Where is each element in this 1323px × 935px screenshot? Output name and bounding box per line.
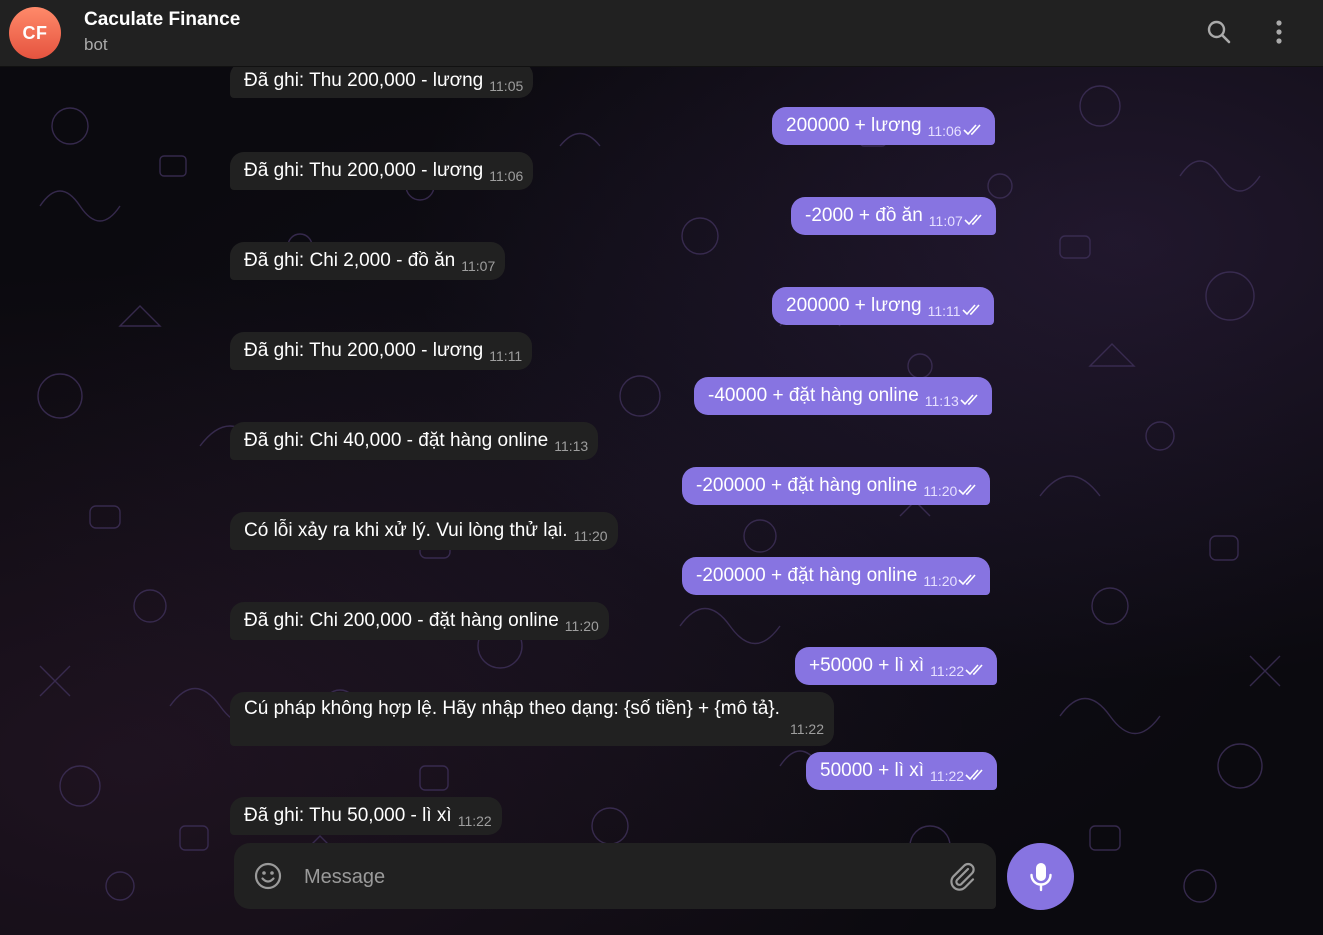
- message-text: -40000 + đặt hàng online: [708, 385, 919, 406]
- more-vertical-icon[interactable]: [1264, 17, 1294, 47]
- read-check-icon: [961, 304, 980, 316]
- chat-title[interactable]: Caculate Finance: [84, 9, 240, 31]
- message-time: 11:07: [928, 213, 963, 229]
- message-incoming[interactable]: Cú pháp không hợp lệ. Hãy nhập theo dạng…: [230, 692, 834, 746]
- microphone-button[interactable]: [1007, 843, 1074, 910]
- message-text: Đã ghi: Chi 2,000 - đồ ăn: [244, 250, 456, 271]
- message-time: 11:13: [924, 393, 959, 409]
- paperclip-icon[interactable]: [946, 860, 978, 892]
- message-time: 11:22: [930, 768, 965, 784]
- read-check-icon: [965, 769, 983, 781]
- message-incoming[interactable]: Đã ghi: Thu 200,000 - lương 11:05: [230, 62, 534, 98]
- message-text: Cú pháp không hợp lệ. Hãy nhập theo dạng…: [244, 698, 780, 719]
- message-outgoing[interactable]: +50000 + lì xì 11:22: [795, 647, 998, 685]
- message-incoming[interactable]: Đã ghi: Thu 200,000 - lương 11:06: [230, 152, 534, 190]
- message-incoming[interactable]: Đã ghi: Thu 50,000 - lì xì 11:22: [230, 797, 502, 835]
- message-text: 200000 + lương: [786, 115, 922, 136]
- message-text: -200000 + đặt hàng online: [696, 475, 918, 496]
- message-time: 11:06: [489, 168, 524, 184]
- message-outgoing[interactable]: 50000 + lì xì 11:22: [806, 752, 998, 790]
- message-time: 11:11: [489, 348, 523, 364]
- message-text: 50000 + lì xì: [820, 760, 925, 781]
- message-time: 11:11: [927, 303, 961, 319]
- message-text: -2000 + đồ ăn: [805, 205, 923, 226]
- message-text: Đã ghi: Chi 40,000 - đặt hàng online: [244, 430, 549, 451]
- message-outgoing[interactable]: -40000 + đặt hàng online 11:13: [694, 377, 992, 415]
- message-outgoing[interactable]: -2000 + đồ ăn 11:07: [791, 197, 996, 235]
- message-incoming[interactable]: Có lỗi xảy ra khi xử lý. Vui lòng thử lạ…: [230, 512, 618, 550]
- message-text: Đã ghi: Chi 200,000 - đặt hàng online: [244, 610, 559, 631]
- message-time: 11:20: [923, 573, 958, 589]
- message-time: 11:05: [489, 78, 524, 94]
- chat-header: CF Caculate Finance bot: [0, 0, 1323, 67]
- message-text: Đã ghi: Thu 50,000 - lì xì: [244, 805, 452, 826]
- read-check-icon: [958, 484, 976, 496]
- emoji-icon[interactable]: [252, 860, 284, 892]
- message-outgoing[interactable]: -200000 + đặt hàng online 11:20: [682, 557, 991, 595]
- message-time: 11:13: [554, 438, 589, 454]
- message-incoming[interactable]: Đã ghi: Chi 200,000 - đặt hàng online 11:…: [230, 602, 609, 640]
- message-outgoing[interactable]: 200000 + lương 11:06: [772, 107, 995, 145]
- message-time: 11:07: [461, 258, 496, 274]
- message-text: Đã ghi: Thu 200,000 - lương: [244, 160, 484, 181]
- microphone-icon: [1029, 862, 1052, 891]
- message-incoming[interactable]: Đã ghi: Chi 2,000 - đồ ăn 11:07: [230, 242, 506, 280]
- message-outgoing[interactable]: -200000 + đặt hàng online 11:20: [682, 467, 991, 505]
- message-time: 11:22: [790, 721, 824, 737]
- read-check-icon: [960, 394, 978, 406]
- read-check-icon: [964, 214, 982, 226]
- message-time: 11:20: [923, 483, 958, 499]
- message-text: Có lỗi xảy ra khi xử lý. Vui lòng thử lạ…: [244, 520, 568, 541]
- read-check-icon: [965, 664, 983, 676]
- search-icon[interactable]: [1204, 17, 1234, 47]
- message-list[interactable]: Đã ghi: Thu 200,000 - lương 11:05 200000 …: [0, 62, 1323, 836]
- message-outgoing[interactable]: 200000 + lương 11:11: [772, 287, 994, 325]
- message-text: Đã ghi: Thu 200,000 - lương: [244, 70, 484, 91]
- message-composer: [234, 843, 996, 909]
- message-time: 11:20: [564, 618, 599, 634]
- message-incoming[interactable]: Đã ghi: Chi 40,000 - đặt hàng online 11:1…: [230, 422, 599, 460]
- message-incoming[interactable]: Đã ghi: Thu 200,000 - lương 11:11: [230, 332, 533, 370]
- chat-subtitle: bot: [84, 35, 108, 54]
- message-time: 11:22: [457, 813, 492, 829]
- read-check-icon: [958, 574, 976, 586]
- message-text: Đã ghi: Thu 200,000 - lương: [244, 340, 484, 361]
- message-time: 11:20: [573, 528, 608, 544]
- message-input[interactable]: [302, 857, 926, 897]
- message-text: -200000 + đặt hàng online: [696, 565, 918, 586]
- message-time: 11:22: [930, 663, 965, 679]
- read-check-icon: [963, 124, 981, 136]
- message-time: 11:06: [927, 123, 962, 139]
- message-text: 200000 + lương: [786, 295, 922, 316]
- message-text: +50000 + lì xì: [809, 655, 925, 676]
- avatar[interactable]: CF: [9, 7, 61, 59]
